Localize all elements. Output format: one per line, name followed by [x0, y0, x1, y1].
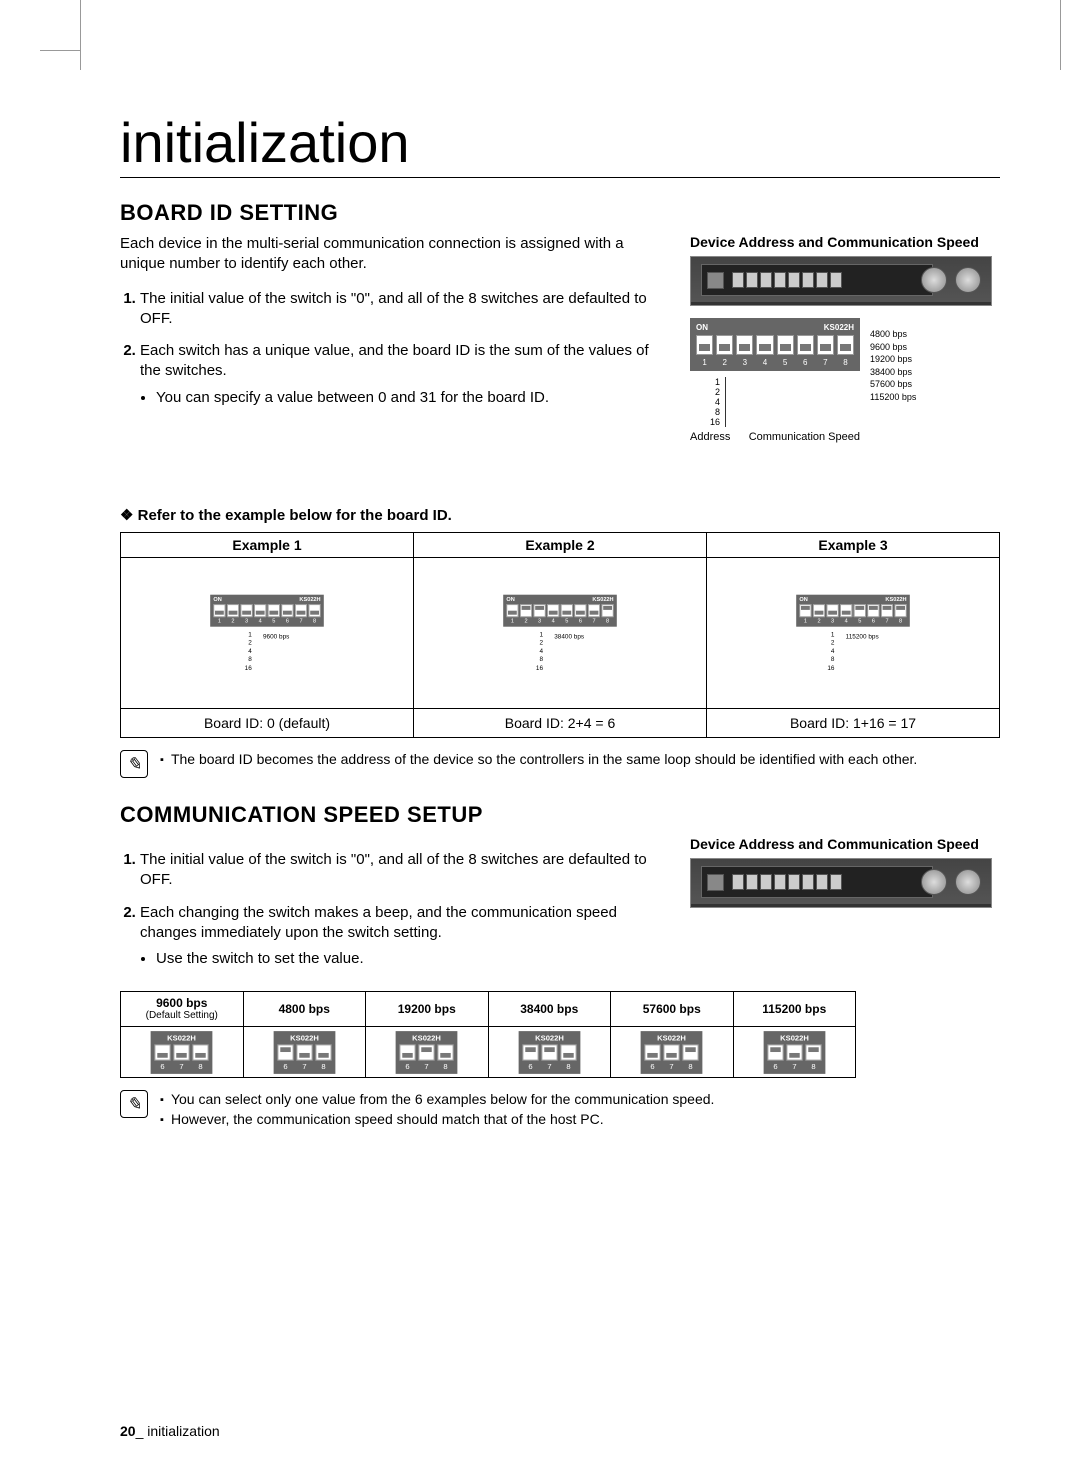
speed-col: 115200 bps KS022H 678	[734, 992, 857, 1078]
dial-icon	[955, 869, 981, 895]
speed-col: 4800 bps KS022H 678	[244, 992, 367, 1078]
example-col-2: Example 2 ONKS022H 12345678 124816 38400…	[414, 533, 707, 738]
speed-body: KS022H 678	[121, 1027, 243, 1078]
comm-speed-steps: The initial value of the switch is "0", …	[120, 850, 660, 969]
dip-tiny: KS022H 678	[273, 1031, 335, 1074]
crop-mark-right	[1060, 0, 1061, 70]
note-1: ✎ The board ID becomes the address of th…	[120, 750, 1000, 778]
address-values: 1 2 4 8 16	[690, 377, 860, 427]
dip-tiny: KS022H 678	[151, 1031, 213, 1074]
dial-icon	[955, 267, 981, 293]
speed-table: 9600 bps(Default Setting) KS022H 678 480…	[120, 991, 856, 1078]
figure-caption-2: Device Address and Communication Speed	[690, 836, 1000, 852]
comm-speed-text: The initial value of the switch is "0", …	[120, 836, 660, 981]
chapter-title: initialization	[120, 110, 1000, 178]
speed-body: KS022H 678	[366, 1027, 488, 1078]
board-id-steps: The initial value of the switch is "0", …	[120, 289, 660, 408]
page-footer: 20_ initialization	[120, 1423, 220, 1439]
sub-caption-address: Address	[690, 431, 730, 443]
example-col-1: Example 1 ONKS022H 12345678 124816 9600 …	[121, 533, 414, 738]
board-id-step-2-bullet: You can specify a value between 0 and 31…	[156, 388, 660, 408]
dip-tiny: KS022H 678	[518, 1031, 580, 1074]
board-id-step-2: Each switch has a unique value, and the …	[140, 341, 660, 408]
speed-body: KS022H 678	[244, 1027, 366, 1078]
note-2b: However, the communication speed should …	[160, 1110, 1000, 1130]
note-2: ✎ You can select only one value from the…	[120, 1090, 1000, 1129]
dip-example-3: ONKS022H 12345678 124816 115200 bps	[796, 594, 910, 672]
comm-speed-row: The initial value of the switch is "0", …	[120, 836, 1000, 981]
dial-icon	[921, 869, 947, 895]
crop-mark-left	[50, 0, 81, 70]
dip-example-1: ONKS022H 12345678 124816 9600 bps	[210, 594, 324, 672]
speed-legend: 4800 bps 9600 bps 19200 bps 38400 bps 57…	[870, 328, 916, 443]
board-id-row: Each device in the multi-serial communic…	[120, 234, 1000, 526]
speed-col: 19200 bps KS022H 678	[366, 992, 489, 1078]
comm-step-2: Each changing the switch makes a beep, a…	[140, 903, 660, 970]
board-id-step-1: The initial value of the switch is "0", …	[140, 289, 660, 330]
comm-step-1: The initial value of the switch is "0", …	[140, 850, 660, 891]
speed-body: KS022H 678	[489, 1027, 611, 1078]
speed-header: 19200 bps	[366, 992, 488, 1027]
speed-col: 57600 bps KS022H 678	[611, 992, 734, 1078]
page-number: 20	[120, 1423, 136, 1439]
section-heading-board-id: BOARD ID SETTING	[120, 200, 1000, 226]
dip-pack: ON KS022H	[690, 318, 860, 371]
speed-header: 57600 bps	[611, 992, 733, 1027]
comm-step-2-bullet: Use the switch to set the value.	[156, 949, 660, 969]
dip-example-2: ONKS022H 12345678 124816 38400 bps	[503, 594, 617, 672]
speed-col: 38400 bps KS022H 678	[489, 992, 612, 1078]
dip-tiny: KS022H 678	[396, 1031, 458, 1074]
note-1-text: The board ID becomes the address of the …	[160, 750, 1000, 770]
speed-header: 38400 bps	[489, 992, 611, 1027]
board-id-intro: Each device in the multi-serial communic…	[120, 234, 660, 275]
board-id-text: Each device in the multi-serial communic…	[120, 234, 660, 526]
sub-caption-speed: Communication Speed	[749, 431, 860, 443]
page: initialization BOARD ID SETTING Each dev…	[0, 0, 1080, 1479]
comm-speed-figure: Device Address and Communication Speed	[690, 836, 1000, 981]
speed-header: 115200 bps	[734, 992, 856, 1027]
example-table: Example 1 ONKS022H 12345678 124816 9600 …	[120, 532, 1000, 738]
dip-diagram: ON KS022H	[690, 318, 1000, 443]
dip-photo-2	[690, 858, 992, 908]
note-icon: ✎	[120, 750, 148, 778]
board-id-figure: Device Address and Communication Speed	[690, 234, 1000, 526]
dial-icon	[921, 267, 947, 293]
figure-caption: Device Address and Communication Speed	[690, 234, 1000, 250]
dip-tiny: KS022H 678	[763, 1031, 825, 1074]
speed-body: KS022H 678	[734, 1027, 856, 1078]
section-heading-comm-speed: COMMUNICATION SPEED SETUP	[120, 802, 1000, 828]
example-col-3: Example 3 ONKS022H 12345678 124816 11520…	[707, 533, 1000, 738]
note-icon: ✎	[120, 1090, 148, 1118]
refer-line: Refer to the example below for the board…	[120, 506, 660, 526]
speed-header: 4800 bps	[244, 992, 366, 1027]
speed-col: 9600 bps(Default Setting) KS022H 678	[121, 992, 244, 1078]
dip-photo	[690, 256, 992, 306]
speed-body: KS022H 678	[611, 1027, 733, 1078]
speed-header: 9600 bps(Default Setting)	[121, 992, 243, 1027]
dip-tiny: KS022H 678	[641, 1031, 703, 1074]
footer-text: initialization	[147, 1423, 219, 1439]
note-2a: You can select only one value from the 6…	[160, 1090, 1000, 1110]
